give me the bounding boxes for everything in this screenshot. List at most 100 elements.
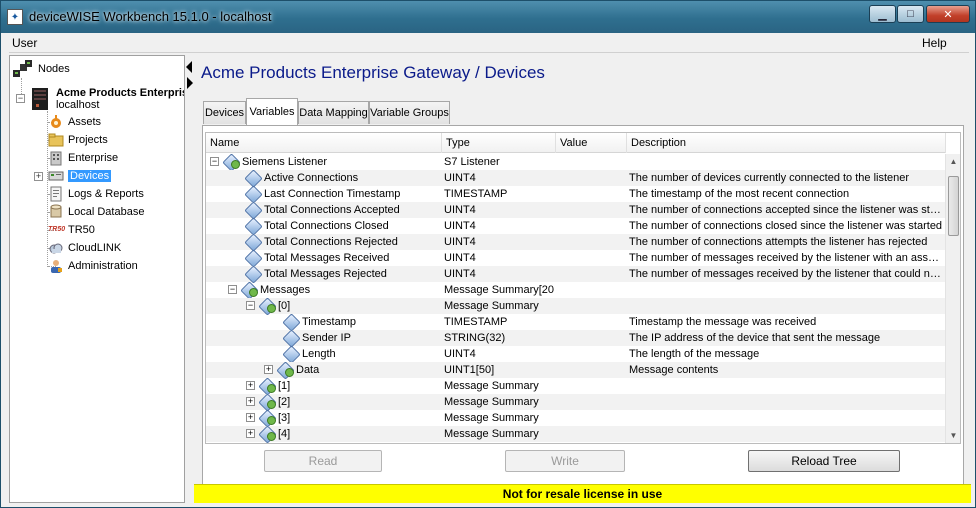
table-row[interactable]: − Messages Message Summary[20] <box>206 282 946 298</box>
variable-name: [3] <box>278 412 291 424</box>
name-cell: Total Messages Received <box>244 250 389 266</box>
variable-value <box>561 395 627 410</box>
tree-node-gateway[interactable]: Acme Products Enterprise Gateway localho… <box>30 86 184 112</box>
sidebar-item-label: Administration <box>68 260 138 272</box>
close-button[interactable]: ✕ <box>926 5 970 23</box>
reload-tree-button[interactable]: Reload Tree <box>748 450 900 472</box>
sidebar-item-label: Local Database <box>68 206 145 218</box>
tab-data-mapping[interactable]: Data Mapping <box>298 101 369 124</box>
table-row[interactable]: Timestamp TIMESTAMP Timestamp the message … <box>206 314 946 330</box>
table-row[interactable]: + [2] Message Summary <box>206 394 946 410</box>
devices-expand-toggle[interactable]: + <box>34 172 43 181</box>
variable-value <box>561 411 627 426</box>
variable-description: Timestamp the message was received <box>629 316 817 328</box>
sidebar-item-tr50[interactable]: TR50 TR50 <box>48 221 95 239</box>
tab-devices[interactable]: Devices <box>203 101 246 124</box>
variable-value <box>561 267 627 282</box>
read-button[interactable]: Read <box>264 450 382 472</box>
sidebar-item-enterprise[interactable]: Enterprise <box>48 149 118 167</box>
variable-name: Data <box>296 364 320 376</box>
table-row[interactable]: Total Messages Rejected UINT4 The number o… <box>206 266 946 282</box>
collapse-toggle[interactable]: − <box>210 157 219 166</box>
column-header-name[interactable]: Name <box>206 133 442 153</box>
collapse-toggle[interactable]: − <box>246 301 255 310</box>
variable-icon <box>244 187 260 201</box>
expand-toggle[interactable]: + <box>246 429 255 438</box>
navigation-tree[interactable]: Nodes − Acme Products Enterprise Gateway… <box>9 55 185 503</box>
variable-group-icon <box>258 395 276 409</box>
variable-value <box>561 363 627 378</box>
sidebar-item-assets[interactable]: Assets <box>48 113 101 131</box>
table-row[interactable]: − Siemens Listener S7 Listener <box>206 154 946 170</box>
sidebar-item-projects[interactable]: Projects <box>48 131 108 149</box>
variable-value <box>561 427 627 442</box>
table-row[interactable]: + [3] Message Summary <box>206 410 946 426</box>
table-row[interactable]: Total Messages Received UINT4 The number o… <box>206 250 946 266</box>
column-header-description[interactable]: Description <box>627 133 946 153</box>
expand-toggle[interactable]: + <box>246 381 255 390</box>
tree-root-nodes[interactable]: Nodes <box>12 60 70 78</box>
tab-variable-groups[interactable]: Variable Groups <box>369 101 450 124</box>
table-row[interactable]: Length UINT4 The length of the message <box>206 346 946 362</box>
variable-type: Message Summary[20] <box>444 284 554 296</box>
sidebar-item-devices[interactable]: Devices <box>48 167 112 185</box>
title-bar[interactable]: ✦ deviceWISE Workbench 15.1.0 - localhos… <box>1 1 975 33</box>
variable-type: Message Summary <box>444 412 539 424</box>
collapse-toggle[interactable]: − <box>228 285 237 294</box>
variable-description: Message contents <box>629 364 719 376</box>
table-row[interactable]: Sender IP STRING(32) The IP address of the… <box>206 330 946 346</box>
sidebar-item-logs-reports[interactable]: Logs & Reports <box>48 185 144 203</box>
menu-user[interactable]: User <box>12 36 37 50</box>
variable-name: [1] <box>278 380 291 392</box>
scroll-down-icon[interactable]: ▼ <box>946 428 960 443</box>
variables-tree-table[interactable]: Name Type Value Description − Siemens Lis… <box>205 132 961 444</box>
sidebar-item-local-database[interactable]: Local Database <box>48 203 144 221</box>
sidebar-item-cloudlink[interactable]: CloudLINK <box>48 239 121 257</box>
variable-type: UINT4 <box>444 220 476 232</box>
table-row[interactable]: Last Connection Timestamp TIMESTAMP The ti… <box>206 186 946 202</box>
scroll-thumb[interactable] <box>948 176 959 236</box>
table-row[interactable]: Active Connections UINT4 The number of dev… <box>206 170 946 186</box>
write-button[interactable]: Write <box>505 450 625 472</box>
minimize-button[interactable]: ▁ <box>869 5 896 23</box>
variable-name: Active Connections <box>264 172 359 184</box>
sidebar-item-administration[interactable]: Administration <box>48 257 138 275</box>
expand-toggle[interactable]: + <box>246 397 255 406</box>
table-row[interactable]: Total Connections Rejected UINT4 The numbe… <box>206 234 946 250</box>
variable-icon <box>244 267 260 281</box>
table-row[interactable]: + Data UINT1[50] Message contents <box>206 362 946 378</box>
table-row[interactable]: + [4] Message Summary <box>206 426 946 442</box>
variable-type: UINT1[50] <box>444 364 495 376</box>
column-header-value[interactable]: Value <box>556 133 627 153</box>
scroll-up-icon[interactable]: ▲ <box>946 154 960 169</box>
table-row[interactable]: + [1] Message Summary <box>206 378 946 394</box>
column-header-type[interactable]: Type <box>442 133 556 153</box>
table-row[interactable]: Total Connections Closed UINT4 The number … <box>206 218 946 234</box>
expand-right-icon[interactable] <box>187 77 193 89</box>
menu-help[interactable]: Help <box>922 36 947 50</box>
panel-splitter[interactable] <box>185 55 193 503</box>
variable-value <box>561 347 627 362</box>
sidebar-item-label: Devices <box>68 170 112 182</box>
collapse-left-icon[interactable] <box>186 61 192 73</box>
administration-icon <box>48 258 64 274</box>
expand-toggle[interactable]: + <box>246 413 255 422</box>
variable-icon <box>244 219 260 233</box>
expand-toggle[interactable]: + <box>264 365 273 374</box>
tab-variables[interactable]: Variables <box>246 98 298 125</box>
vertical-scrollbar[interactable]: ▲ ▼ <box>945 154 960 443</box>
name-cell: [0] <box>258 298 290 314</box>
variable-value <box>561 283 627 298</box>
variable-name: Siemens Listener <box>242 156 327 168</box>
menu-bar: User Help <box>9 33 969 53</box>
node-collapse-toggle[interactable]: − <box>16 94 25 103</box>
variable-description: The number of connections attempts the l… <box>629 236 928 248</box>
variable-icon <box>244 203 260 217</box>
variable-type: Message Summary <box>444 380 539 392</box>
table-row[interactable]: − [0] Message Summary <box>206 298 946 314</box>
variable-value <box>561 315 627 330</box>
maximize-button[interactable]: □ <box>897 5 924 23</box>
devices-icon <box>48 168 64 184</box>
variable-type: STRING(32) <box>444 332 506 344</box>
table-row[interactable]: Total Connections Accepted UINT4 The numbe… <box>206 202 946 218</box>
